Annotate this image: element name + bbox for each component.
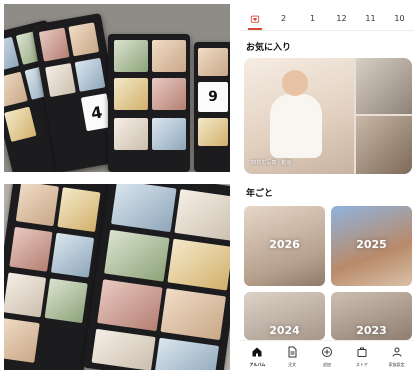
tab-month[interactable]: 12 [327, 8, 356, 30]
year-label: 2024 [269, 324, 300, 337]
album-photo-collage: 4 9 [0, 0, 232, 376]
year-album-card[interactable]: 2023 [331, 292, 412, 340]
year-label: 2023 [356, 324, 387, 337]
person-icon [392, 347, 402, 357]
tab-divider [240, 30, 414, 31]
favorites-thumb [356, 116, 412, 174]
album-photo-bottom [4, 184, 230, 370]
month-tab-bar: 2 1 12 11 10 [240, 8, 414, 30]
nav-store[interactable]: ストア [344, 341, 379, 376]
heart-icon [250, 15, 259, 23]
nav-family-settings[interactable]: 家族設定 [379, 341, 414, 376]
favorites-main-photo [244, 58, 354, 174]
year-label: 2025 [356, 238, 387, 251]
favorites-thumb [356, 58, 412, 114]
screenshot-root: 4 9 2 1 12 11 10 お気に入り 38枚の写真・動画 年ごと 202… [0, 0, 414, 376]
year-album-card[interactable]: 2025 [331, 206, 412, 286]
tab-month[interactable]: 11 [356, 8, 385, 30]
year-album-card[interactable]: 2026 [244, 206, 325, 286]
album-right-edge: 9 [194, 42, 230, 172]
nav-order[interactable]: 注文 [275, 341, 310, 376]
nav-album[interactable]: アルバム [240, 341, 275, 376]
date-number-card: 9 [198, 82, 228, 112]
tab-favorites[interactable] [240, 8, 269, 30]
album-front [108, 34, 190, 172]
bag-icon [357, 347, 367, 357]
album-photo-top: 4 9 [4, 4, 230, 172]
favorites-title: お気に入り [246, 43, 292, 53]
year-album-card[interactable]: 2024 [244, 292, 325, 340]
add-circle-icon [321, 347, 332, 357]
bottom-navigation: アルバム 注文 追加 ストア 家族設定 [240, 340, 414, 376]
tab-month[interactable]: 1 [298, 8, 327, 30]
years-title: 年ごと [246, 189, 274, 199]
album-open-right [82, 184, 230, 370]
document-icon [288, 346, 297, 358]
home-icon [252, 347, 262, 357]
nav-add[interactable]: 追加 [310, 341, 345, 376]
year-label: 2026 [269, 238, 300, 251]
favorites-album-card[interactable]: 38枚の写真・動画 [244, 58, 412, 174]
favorites-count: 38枚の写真・動画 [250, 160, 292, 166]
tab-month[interactable]: 10 [385, 8, 414, 30]
tab-month[interactable]: 2 [269, 8, 298, 30]
app-screen: 2 1 12 11 10 お気に入り 38枚の写真・動画 年ごと 2026 20… [240, 0, 414, 376]
